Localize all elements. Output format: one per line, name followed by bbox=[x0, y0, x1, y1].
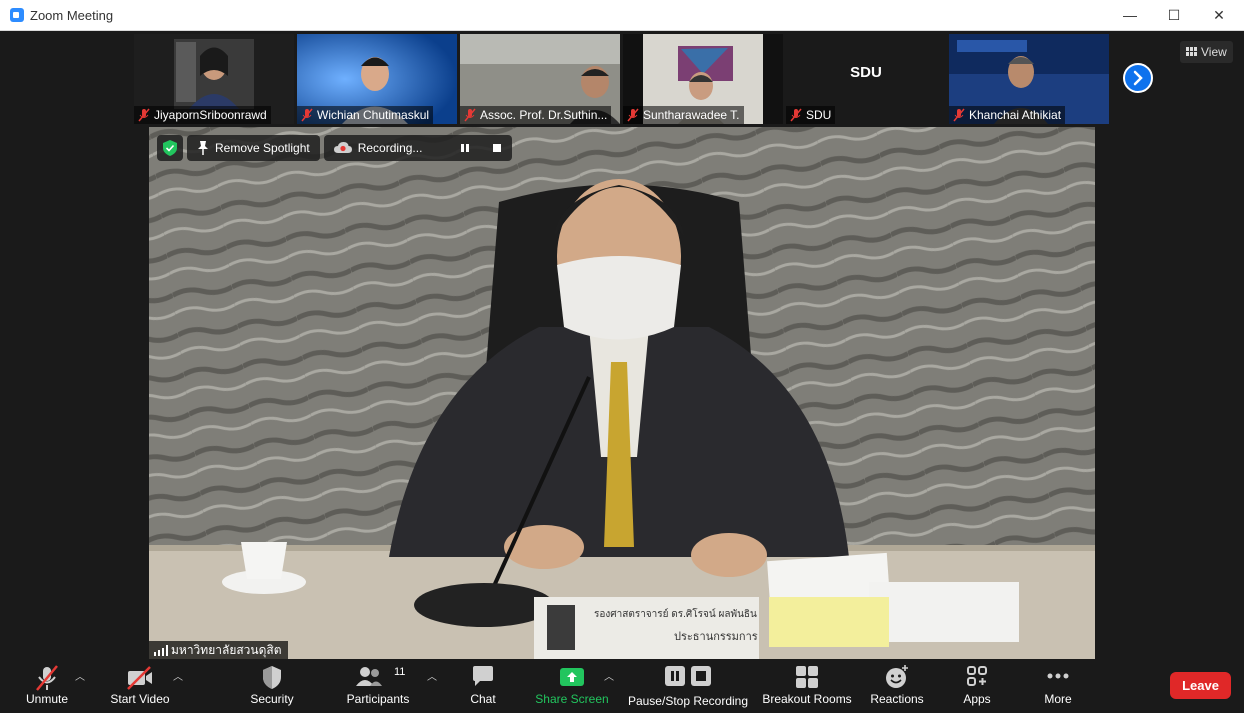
minimize-button[interactable]: — bbox=[1115, 4, 1145, 26]
more-button[interactable]: More bbox=[1034, 660, 1082, 713]
maximize-button[interactable]: ☐ bbox=[1159, 4, 1189, 26]
apps-icon bbox=[967, 666, 987, 686]
mic-off-icon bbox=[627, 108, 639, 122]
chevron-right-icon bbox=[1133, 70, 1143, 86]
participant-name: JiyapornSriboonrawd bbox=[134, 106, 271, 124]
participant-name: SDU bbox=[786, 106, 836, 124]
security-status-badge bbox=[157, 135, 183, 161]
participant-thumbnail[interactable]: Wichian Chutimaskul bbox=[297, 34, 457, 124]
participant-thumbnail[interactable]: Assoc. Prof. Dr.Suthin... bbox=[460, 34, 620, 124]
mic-off-icon bbox=[790, 108, 802, 122]
participants-button[interactable]: 11 Participants bbox=[340, 660, 416, 713]
participants-icon bbox=[355, 667, 382, 686]
participant-name: Khanchai Athikiat bbox=[949, 106, 1066, 124]
participant-thumbnail[interactable]: JiyapornSriboonrawd bbox=[134, 34, 294, 124]
zoom-logo-icon bbox=[10, 8, 24, 22]
pause-stop-icon bbox=[665, 666, 711, 686]
main-speaker-video: รองศาสตราจารย์ ดร.ศิโรจน์ ผลพันธิน ประธา… bbox=[149, 127, 1095, 659]
video-options-caret[interactable]: ︿ bbox=[173, 668, 183, 683]
participants-count: 11 bbox=[394, 666, 406, 678]
spotlight-bar: Remove Spotlight Recording... bbox=[157, 135, 513, 161]
apps-button[interactable]: Apps bbox=[953, 660, 1001, 713]
audio-options-caret[interactable]: ︿ bbox=[75, 668, 85, 683]
share-screen-button[interactable]: Share Screen bbox=[532, 660, 612, 713]
remove-spotlight-button[interactable]: Remove Spotlight bbox=[187, 135, 320, 161]
speaker-video-frame bbox=[149, 127, 1095, 659]
close-button[interactable]: ✕ bbox=[1204, 4, 1234, 26]
participant-name-display: SDU bbox=[850, 64, 882, 81]
pin-icon bbox=[198, 141, 208, 155]
pause-stop-recording-button[interactable]: Pause/Stop Recording bbox=[624, 660, 752, 713]
mic-off-icon bbox=[301, 108, 313, 122]
share-screen-icon bbox=[560, 668, 584, 686]
meeting-area: JiyapornSriboonrawd Wichian Chutimaskul … bbox=[0, 31, 1244, 660]
reactions-button[interactable]: Reactions bbox=[866, 660, 928, 713]
grid-icon bbox=[1186, 47, 1197, 56]
mic-muted-icon bbox=[36, 665, 58, 691]
breakout-rooms-button[interactable]: Breakout Rooms bbox=[760, 660, 854, 713]
next-page-arrow-button[interactable] bbox=[1123, 63, 1153, 93]
signal-strength-icon bbox=[154, 645, 168, 656]
start-video-button[interactable]: Start Video bbox=[102, 660, 178, 713]
mic-off-icon bbox=[464, 108, 476, 122]
chat-icon bbox=[473, 666, 493, 686]
nameplate-name: รองศาสตราจารย์ ดร.ศิโรจน์ ผลพันธิน bbox=[594, 609, 757, 620]
meeting-toolbar: Unmute ︿ Start Video ︿ Security 11 Parti… bbox=[0, 660, 1244, 713]
participant-name: Suntharawadee T. bbox=[623, 106, 744, 124]
shield-icon bbox=[263, 666, 281, 689]
cloud-recording-icon bbox=[333, 142, 352, 153]
video-off-icon bbox=[127, 666, 152, 690]
breakout-rooms-icon bbox=[796, 666, 818, 688]
pause-recording-icon[interactable] bbox=[460, 143, 470, 153]
shield-check-icon bbox=[163, 140, 177, 156]
leave-button[interactable]: Leave bbox=[1170, 672, 1231, 699]
unmute-button[interactable]: Unmute bbox=[14, 660, 80, 713]
security-button[interactable]: Security bbox=[242, 660, 302, 713]
participant-name: Wichian Chutimaskul bbox=[297, 106, 434, 124]
participant-thumbnail[interactable]: Suntharawadee T. bbox=[623, 34, 783, 124]
chat-button[interactable]: Chat bbox=[458, 660, 508, 713]
emoji-reaction-icon bbox=[886, 665, 908, 688]
participants-options-caret[interactable]: ︿ bbox=[427, 668, 437, 683]
more-dots-icon bbox=[1047, 673, 1069, 679]
speaker-name-label: มหาวิทยาลัยสวนดุสิต bbox=[149, 641, 288, 659]
nameplate-title: ประธานกรรมการ bbox=[674, 631, 758, 643]
stop-recording-icon[interactable] bbox=[492, 143, 502, 153]
share-options-caret[interactable]: ︿ bbox=[604, 668, 614, 683]
view-button[interactable]: View bbox=[1180, 41, 1233, 63]
participant-thumbnail[interactable]: SDU SDU bbox=[786, 34, 946, 124]
participant-thumbnail[interactable]: Khanchai Athikiat bbox=[949, 34, 1109, 124]
mic-off-icon bbox=[953, 108, 965, 122]
participant-name: Assoc. Prof. Dr.Suthin... bbox=[460, 106, 612, 124]
mic-off-icon bbox=[138, 108, 150, 122]
recording-status: Recording... bbox=[323, 135, 513, 161]
window-title: Zoom Meeting bbox=[30, 8, 114, 23]
title-bar: Zoom Meeting — ☐ ✕ bbox=[0, 0, 1244, 31]
